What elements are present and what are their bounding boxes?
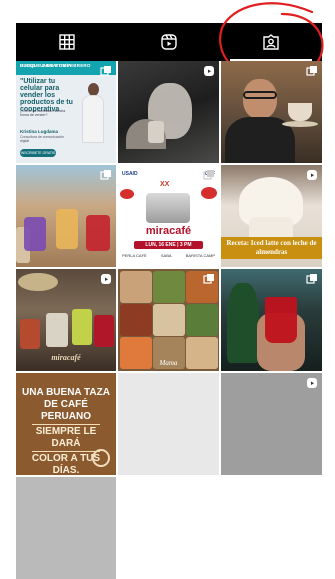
speaker-role: Consultora de comunicación digital — [20, 135, 65, 143]
photo-shape — [148, 121, 164, 143]
photo-shape — [120, 304, 152, 336]
coffee-cup-photo — [288, 103, 312, 121]
photo-shape — [153, 304, 185, 336]
recipe-caption: Receta: Iced latte con leche de almendra… — [221, 237, 322, 259]
carousel-icon — [100, 65, 112, 77]
photo-shape — [186, 304, 218, 336]
post-tile[interactable]: BLOQUE 1 ANATOMÍA BINGO LUNES 8 DE FEBRE… — [16, 61, 116, 163]
sponsor-logo: USAID — [122, 171, 138, 177]
post-tile[interactable]: Mama — [118, 269, 219, 371]
photo-shape — [201, 187, 217, 199]
sponsor-logos: USAID CBF — [122, 169, 215, 179]
post-tile[interactable] — [221, 61, 322, 163]
post-tile[interactable]: UNA BUENA TAZA DE CAFÉ PERUANO SIEMPRE L… — [16, 373, 116, 475]
event-date-banner: LUN, 16 ENE | 3 PM — [134, 241, 203, 249]
reel-icon — [100, 273, 112, 285]
signup-badge-text: INSCRIBETE GRATIS — [20, 151, 56, 155]
post-tile[interactable] — [118, 61, 219, 163]
espresso-machine-photo — [146, 193, 190, 223]
photo-shape — [120, 189, 134, 199]
photo-caption: Mama — [159, 359, 178, 367]
photo-shape — [32, 451, 100, 452]
event-date: LUN, 16 ENE | 3 PM — [145, 242, 192, 248]
drink-photo — [86, 215, 110, 251]
drink-photo — [24, 217, 46, 251]
tab-posts[interactable] — [16, 23, 118, 61]
post-tile[interactable] — [16, 165, 116, 267]
reels-icon — [161, 34, 177, 50]
event-mark: XX — [160, 181, 170, 188]
photo-shape — [153, 271, 185, 303]
carousel-icon — [203, 273, 215, 285]
photo-shape — [32, 424, 100, 425]
event-footer: PERLA CAFÉ SABA BARISTA CAMP — [122, 253, 215, 258]
post-tile[interactable] — [16, 477, 116, 579]
quote-line: SIEMPRE LE DARÁ — [35, 426, 97, 449]
reel-icon — [203, 65, 215, 77]
person-photo — [243, 79, 277, 119]
carousel-icon — [306, 273, 318, 285]
post-description: ¿Cómo ha cambiado nuestra forma de vende… — [20, 109, 66, 117]
speaker-photo — [80, 83, 106, 143]
post-subheader-text: BINGO LUNES 8 DE FEBRERO — [20, 63, 91, 68]
photo-shape — [18, 273, 58, 291]
reel-icon — [306, 169, 318, 181]
carousel-icon — [203, 169, 215, 181]
quote-line: DE CAFÉ PERUANO — [40, 399, 91, 422]
photo-shape — [120, 271, 152, 303]
event-brand: miracafé — [145, 225, 192, 237]
carousel-icon — [100, 169, 112, 181]
tagged-icon — [263, 34, 279, 50]
drink-photo — [265, 297, 297, 343]
drink-photo — [94, 315, 114, 347]
photo-shape — [243, 91, 277, 99]
brand-seal-icon — [92, 449, 110, 467]
carousel-icon — [306, 65, 318, 77]
shop-sign: miracafé — [51, 353, 81, 362]
post-tile[interactable] — [221, 373, 322, 475]
quote-line: UNA BUENA TAZA — [22, 387, 110, 398]
footer-logo: SABA — [160, 253, 172, 258]
drink-photo — [72, 309, 92, 345]
post-tile[interactable]: miracafé — [16, 269, 116, 371]
profile-tab-bar — [16, 23, 322, 61]
photo-shape — [282, 121, 318, 127]
tab-tagged[interactable] — [220, 23, 322, 61]
reel-icon — [306, 377, 318, 389]
signup-badge: INSCRIBETE GRATIS — [20, 149, 56, 157]
post-tile[interactable] — [118, 373, 219, 475]
tab-reels[interactable] — [118, 23, 220, 61]
post-headline: "Utilizar tu celular para vender los pro… — [20, 78, 73, 113]
drink-photo — [46, 313, 68, 347]
top-bar — [0, 0, 335, 23]
post-grid: BLOQUE 1 ANATOMÍA BINGO LUNES 8 DE FEBRE… — [16, 61, 322, 579]
drink-photo — [20, 319, 40, 349]
post-tile[interactable]: USAID CBF XX miracafé LUN, 16 ENE | 3 PM… — [118, 165, 219, 267]
footer-logo: BARISTA CAMP — [185, 253, 215, 258]
speaker-name: Kristina Lugdama — [20, 129, 59, 134]
post-tile[interactable]: Receta: Iced latte con leche de almendra… — [221, 165, 322, 267]
post-tile[interactable] — [221, 269, 322, 371]
photo-shape — [227, 283, 259, 363]
grid-icon — [59, 34, 75, 50]
footer-logo: PERLA CAFÉ — [122, 253, 147, 258]
drink-photo — [56, 209, 78, 249]
